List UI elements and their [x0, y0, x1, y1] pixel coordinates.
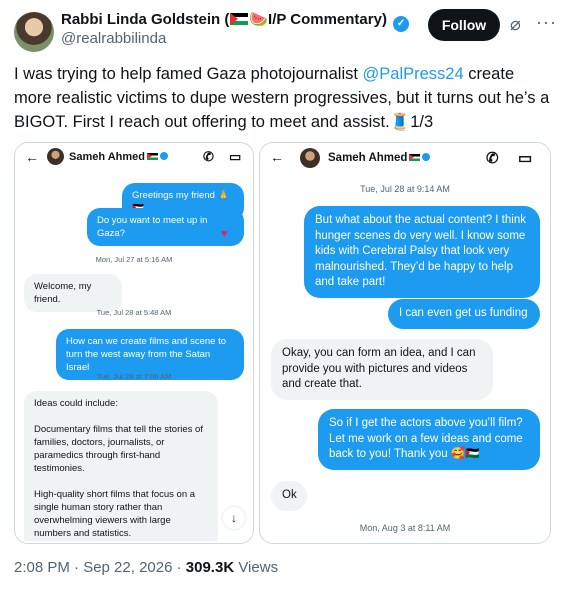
author-name-start: Rabbi Linda Goldstein ( [61, 11, 230, 28]
message-out: So if I get the actors above you’ll film… [318, 409, 540, 470]
author-name[interactable]: Rabbi Linda Goldstein (🍉I/P Commentary) … [61, 10, 410, 32]
tweet-text-start: I was trying to help famed Gaza photojou… [14, 65, 363, 83]
follow-button[interactable]: Follow [428, 9, 500, 41]
author-handle[interactable]: @realrabbilinda [61, 30, 166, 47]
video-call-icon: ▭ [229, 149, 242, 164]
palestine-flag-icon [230, 13, 249, 25]
contact-name-text: Sameh Ahmed [69, 151, 146, 163]
contact-name: Sameh Ahmed [69, 151, 169, 163]
back-arrow-icon: ← [270, 149, 284, 165]
tweet-meta: 2:08 PM · Sep 22, 2026 · 309.3K Views [14, 559, 278, 576]
palestine-flag-icon [147, 153, 159, 160]
video-call-icon: ▭ [518, 150, 533, 167]
timestamp: Tue, Jul 28 at 7:06 AM [96, 372, 172, 381]
chat-header: ← Sameh Ahmed ✆ ▭ [15, 143, 253, 171]
message-out: I can even get us funding [388, 299, 540, 329]
chat-screenshot-1[interactable]: ← Sameh Ahmed ✆ ▭ Greetings my friend 🙏🇵… [14, 142, 254, 544]
timestamp: Tue, Jul 28 at 5:48 AM [96, 308, 172, 317]
message-out: But what about the actual content? I thi… [304, 206, 540, 298]
mention-link[interactable]: @PalPress24 [363, 65, 464, 83]
timestamp: Mon, Aug 3 at 8:11 AM [359, 523, 451, 533]
views-label: Views [234, 559, 279, 576]
verified-badge-icon [422, 153, 431, 161]
message-in: Welcome, my friend. [24, 274, 122, 312]
more-options-icon[interactable]: ··· [536, 12, 557, 33]
message-in: Okay, you can form an idea, and I can pr… [271, 339, 493, 400]
contact-avatar [300, 148, 320, 168]
heart-reaction-icon: ♥ [221, 228, 228, 240]
author-avatar[interactable] [14, 12, 54, 52]
phone-icon: ✆ [486, 150, 499, 167]
phone-icon: ✆ [203, 149, 214, 164]
palestine-flag-icon [409, 154, 421, 161]
chat-screenshot-2[interactable]: ← Sameh Ahmed ✆ ▭ Tue, Jul 28 at 9:14 AM… [259, 142, 551, 544]
verified-badge-icon: ✓ [393, 16, 410, 32]
back-arrow-icon: ← [25, 149, 39, 165]
verified-badge-icon [160, 152, 169, 160]
author-name-end: 🍉I/P Commentary) [249, 11, 387, 28]
chat-header: ← Sameh Ahmed ✆ ▭ [260, 143, 550, 171]
post-time[interactable]: 2:08 PM · Sep 22, 2026 · [14, 559, 186, 576]
tweet-media[interactable]: ← Sameh Ahmed ✆ ▭ Greetings my friend 🙏🇵… [14, 142, 551, 544]
message-in: Ok [271, 481, 307, 511]
timestamp: Mon, Jul 27 at 5:16 AM [95, 255, 173, 264]
views-count: 309.3K [185, 559, 235, 576]
message-out: Do you want to meet up in Gaza? [87, 208, 244, 246]
contact-name: Sameh Ahmed [328, 152, 431, 164]
message-in: Ideas could include: Documentary films t… [24, 391, 218, 541]
scroll-down-button[interactable]: ↓ [223, 507, 245, 529]
grok-icon[interactable]: ⌀ [510, 14, 521, 35]
tweet-text: I was trying to help famed Gaza photojou… [14, 62, 550, 134]
contact-avatar [47, 148, 64, 165]
timestamp: Tue, Jul 28 at 9:14 AM [360, 184, 450, 194]
contact-name-text: Sameh Ahmed [328, 152, 408, 164]
